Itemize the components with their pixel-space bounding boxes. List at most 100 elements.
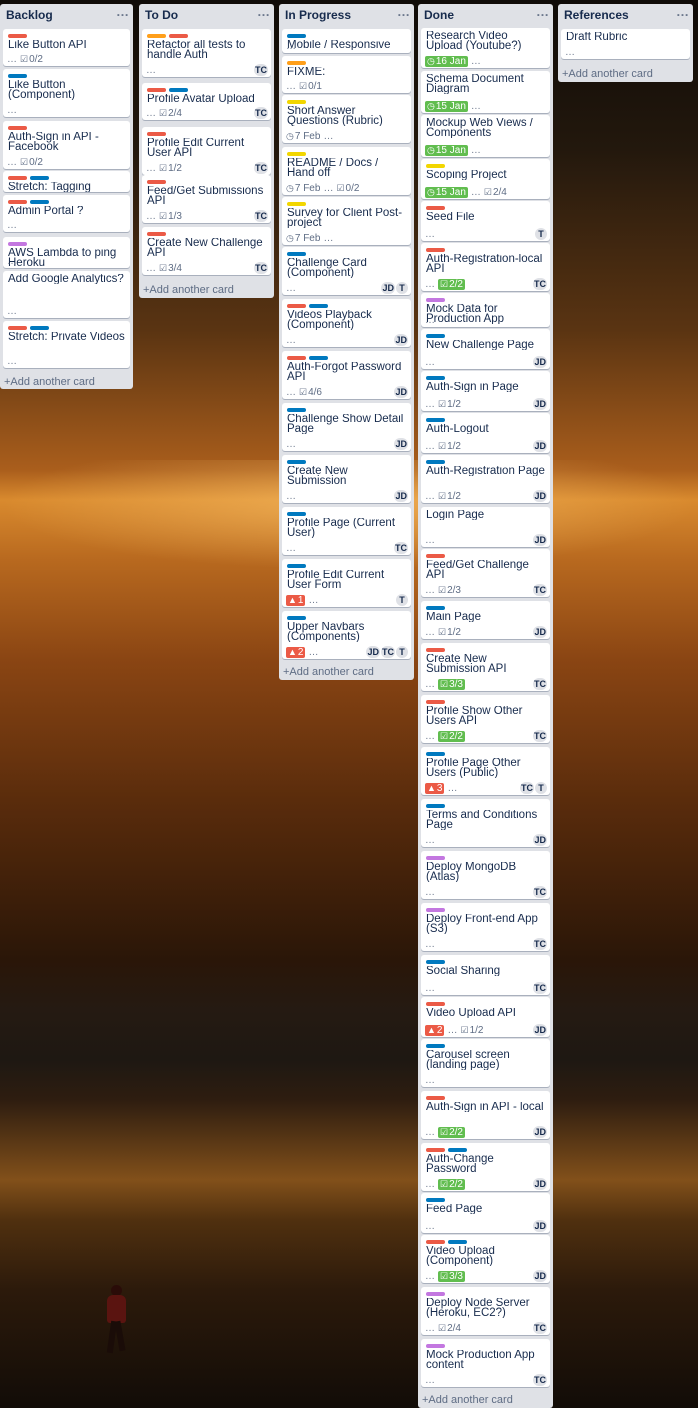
member-avatar[interactable]: JD (533, 398, 547, 410)
member-avatar[interactable]: JD (533, 1126, 547, 1138)
card-profile-page-other-users-public[interactable]: Profile Page Other Users (Public) ▲ 3… TC T (421, 747, 550, 795)
list-menu-icon[interactable]: … (257, 4, 270, 19)
member-avatar[interactable]: T (396, 594, 408, 606)
card-stretch-private-videos[interactable]: Stretch: Private Videos… (3, 321, 130, 368)
member-avatar[interactable]: JD (394, 438, 408, 450)
card-deploy-node-server-heroku-ec2[interactable]: Deploy Node Server (Heroku, EC2?) … ☑ 2/4 TC (421, 1287, 550, 1335)
member-avatar[interactable]: JD (533, 626, 547, 638)
member-avatar[interactable]: JD (533, 490, 547, 502)
card-main-page[interactable]: Main Page … ☑ 1/2 JD (421, 601, 550, 639)
card-create-new-submission[interactable]: Create New Submission … JD (282, 455, 411, 503)
card-profile-avatar-upload[interactable]: Profile Avatar Upload … ☑ 2/4 TC (142, 83, 271, 120)
member-avatar[interactable]: JD (366, 646, 380, 658)
member-avatar[interactable]: TC (533, 1322, 547, 1334)
card-aws-lambda-to-ping-heroku[interactable]: AWS Lambda to ping Heroku… (3, 237, 130, 268)
card-mobile-responsive[interactable]: Mobile / Responsive… (282, 29, 411, 53)
card-short-answer-questions-rubric[interactable]: Short Answer Questions (Rubric) ◷ 7 Feb… (282, 95, 411, 143)
member-avatar[interactable]: TC (533, 584, 547, 596)
member-avatar[interactable]: JD (394, 334, 408, 346)
member-avatar[interactable]: JD (394, 386, 408, 398)
member-avatar[interactable]: JD (381, 282, 395, 294)
card-profile-edit-current-user-form[interactable]: Profile Edit Current User Form ▲ 1… T (282, 559, 411, 607)
card-deploy-mongodb-atlas[interactable]: Deploy MongoDB (Atlas) … TC (421, 851, 550, 899)
member-avatar[interactable]: JD (533, 1024, 547, 1036)
card-seed-file[interactable]: Seed File … T (421, 201, 550, 241)
list-title[interactable]: In Progress (285, 8, 351, 22)
card-challenge-show-detail-page[interactable]: Challenge Show Detail Page … JD (282, 403, 411, 451)
member-avatar[interactable]: TC (381, 646, 395, 658)
card-readme-docs-hand-off[interactable]: README / Docs / Hand off ◷ 7 Feb… ☑ 0/2 (282, 147, 411, 195)
member-avatar[interactable]: JD (533, 1178, 547, 1190)
card-schema-document-diagram[interactable]: Schema Document Diagram ◷ 15 Jan… (421, 71, 550, 113)
list-title[interactable]: Backlog (6, 8, 53, 22)
list-title[interactable]: Done (424, 8, 454, 22)
card-fixme[interactable]: FIXME: … ☑ 0/1 (282, 56, 411, 93)
card-like-button-api[interactable]: Like Button API … ☑ 0/2 (3, 29, 130, 66)
card-terms-and-conditions-page[interactable]: Terms and Conditions Page … JD (421, 799, 550, 847)
card-carousel-screen-landing-page[interactable]: Carousel screen (landing page)… (421, 1039, 550, 1087)
member-avatar[interactable]: TC (254, 107, 268, 119)
member-avatar[interactable]: TC (533, 278, 547, 290)
card-scoping-project[interactable]: Scoping Project ◷ 15 Jan… ☑ 2/4 (421, 159, 550, 199)
card-refactor-all-tests-to-handle-auth[interactable]: Refactor all tests to handle Auth … TC (142, 29, 271, 77)
member-avatar[interactable]: T (396, 282, 408, 294)
card-video-upload-component[interactable]: Video Upload (Component)… ☑ 3/3 JD (421, 1235, 550, 1283)
add-card-button[interactable]: +Add another card (4, 376, 95, 388)
member-avatar[interactable]: TC (533, 982, 547, 994)
member-avatar[interactable]: TC (254, 162, 268, 174)
member-avatar[interactable]: T (535, 228, 547, 240)
member-avatar[interactable]: TC (254, 210, 268, 222)
add-card-button[interactable]: +Add another card (283, 666, 374, 678)
card-feed-get-submissions-api[interactable]: Feed/Get Submissions API … ☑ 1/3 TC (142, 175, 271, 223)
member-avatar[interactable]: JD (533, 440, 547, 452)
member-avatar[interactable]: T (535, 782, 547, 794)
member-avatar[interactable]: TC (254, 262, 268, 274)
card-research-video-upload-youtube[interactable]: Research Video Upload (Youtube?) ◷ 16 Jan… (421, 28, 550, 68)
member-avatar[interactable]: TC (533, 1374, 547, 1386)
card-auth-sign-in-page[interactable]: Auth-Sign in Page … ☑ 1/2 JD (421, 371, 550, 411)
card-admin-portal[interactable]: Admin Portal ?… (3, 195, 130, 232)
member-avatar[interactable]: TC (533, 730, 547, 742)
list-title[interactable]: References (564, 8, 629, 22)
card-like-button-component[interactable]: Like Button (Component)… (3, 69, 130, 117)
add-card-button[interactable]: +Add another card (422, 1394, 513, 1406)
member-avatar[interactable]: TC (533, 938, 547, 950)
list-title[interactable]: To Do (145, 8, 178, 22)
member-avatar[interactable]: JD (533, 834, 547, 846)
card-stretch-tagging[interactable]: Stretch: Tagging… (3, 171, 130, 192)
card-survey-for-client-post-project[interactable]: Survey for Client Post-project ◷ 7 Feb… (282, 197, 411, 245)
card-videos-playback-component[interactable]: Videos Playback (Component) … JD (282, 299, 411, 347)
member-avatar[interactable]: TC (254, 64, 268, 76)
card-create-new-challenge-api[interactable]: Create New Challenge API … ☑ 3/4 TC (142, 227, 271, 275)
member-avatar[interactable]: TC (394, 542, 408, 554)
card-deploy-front-end-app-s3[interactable]: Deploy Front-end App (S3) … TC (421, 903, 550, 951)
card-auth-logout[interactable]: Auth-Logout … ☑ 1/2 JD (421, 413, 550, 453)
list-menu-icon[interactable]: … (676, 4, 689, 19)
card-create-new-submission-api[interactable]: Create New Submission API… ☑ 3/3 TC (421, 643, 550, 691)
member-avatar[interactable]: JD (533, 356, 547, 368)
member-avatar[interactable]: JD (533, 534, 547, 546)
card-mockup-web-views-components[interactable]: Mockup Web Views / Components ◷ 15 Jan… (421, 115, 550, 157)
member-avatar[interactable]: JD (394, 490, 408, 502)
card-auth-sign-in-api-facebook[interactable]: Auth-Sign in API - Facebook … ☑ 0/2 (3, 121, 130, 169)
list-menu-icon[interactable]: … (116, 4, 129, 19)
card-challenge-card-component[interactable]: Challenge Card (Component) … JD T (282, 247, 411, 295)
card-video-upload-api[interactable]: Video Upload API ▲ 2… ☑ 1/2 JD (421, 997, 550, 1037)
card-mock-production-app-content[interactable]: Mock Production App content … TC (421, 1339, 550, 1387)
member-avatar[interactable]: TC (520, 782, 534, 794)
card-auth-forgot-password-api[interactable]: Auth-Forgot Password API … ☑ 4/6 JD (282, 351, 411, 399)
card-auth-sign-in-api-local[interactable]: Auth-Sign in API - local… ☑ 2/2 JD (421, 1091, 550, 1139)
card-login-page[interactable]: Login Page … JD (421, 507, 550, 547)
add-card-button[interactable]: +Add another card (562, 68, 653, 80)
member-avatar[interactable]: TC (533, 886, 547, 898)
card-upper-navbars-components[interactable]: Upper Navbars (Components) ▲ 2… JD TC T (282, 611, 411, 659)
member-avatar[interactable]: JD (533, 1220, 547, 1232)
card-profile-page-current-user[interactable]: Profile Page (Current User) … TC (282, 507, 411, 555)
card-new-challenge-page[interactable]: New Challenge Page … JD (421, 329, 550, 369)
card-auth-change-password[interactable]: Auth-Change Password… ☑ 2/2 JD (421, 1143, 550, 1191)
card-mock-data-for-production-app[interactable]: Mock Data for Production App… (421, 293, 550, 327)
member-avatar[interactable]: JD (533, 1270, 547, 1282)
card-profile-edit-current-user-api[interactable]: Profile Edit Current User API … ☑ 1/2 TC (142, 127, 271, 175)
card-draft-rubric[interactable]: Draft Rubric… (561, 29, 690, 59)
list-menu-icon[interactable]: … (536, 4, 549, 19)
